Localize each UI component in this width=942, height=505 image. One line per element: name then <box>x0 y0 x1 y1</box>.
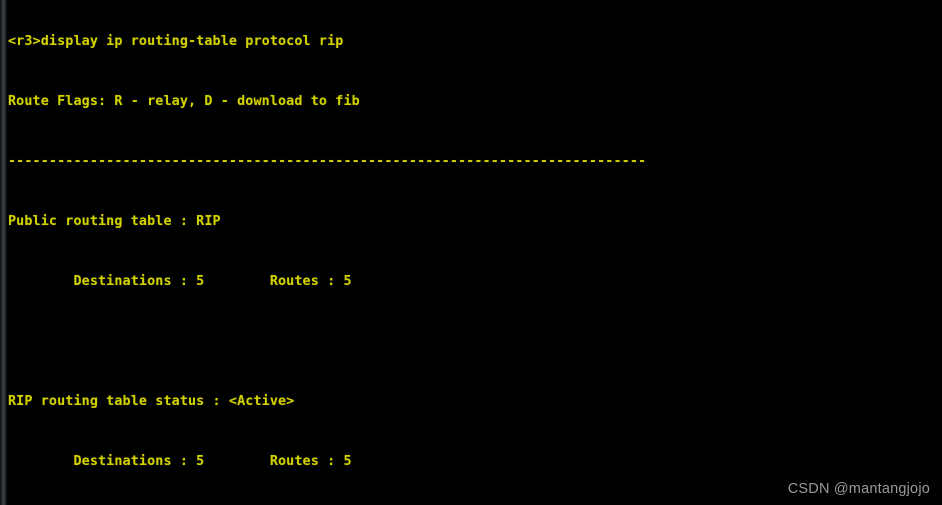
console-line-active-counts: Destinations : 5 Routes : 5 <box>8 454 352 469</box>
terminal-screen[interactable]: y p p g p <r3>display ip routing-table p… <box>0 0 942 505</box>
console-output[interactable]: <r3>display ip routing-table protocol ri… <box>8 0 938 505</box>
console-line-separator: ----------------------------------------… <box>8 154 647 169</box>
window-left-edge-strip <box>0 0 7 505</box>
console-line-public-counts: Destinations : 5 Routes : 5 <box>8 274 352 289</box>
console-line-active-status: RIP routing table status : <Active> <box>8 394 295 409</box>
watermark-text: CSDN @mantangjojo <box>787 481 930 497</box>
console-line-route-flags: Route Flags: R - relay, D - download to … <box>8 94 360 109</box>
console-line-command: <r3>display ip routing-table protocol ri… <box>8 34 344 49</box>
console-line-blank-1 <box>8 332 938 352</box>
console-line-public-table: Public routing table : RIP <box>8 214 221 229</box>
